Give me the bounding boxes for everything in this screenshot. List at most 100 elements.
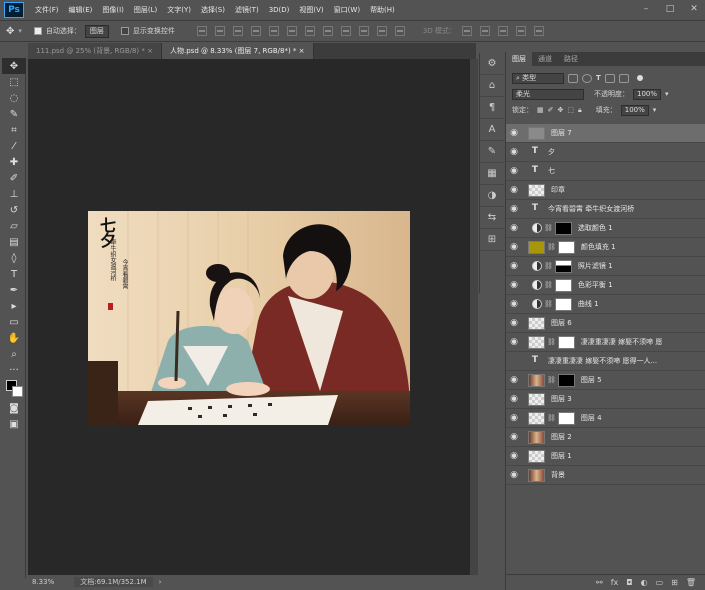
- visibility-eye-icon[interactable]: ◉: [506, 166, 522, 176]
- text-layer-icon[interactable]: T: [528, 146, 542, 159]
- visibility-eye-icon[interactable]: ◉: [506, 470, 522, 480]
- fill-chevron-icon[interactable]: ▾: [653, 106, 657, 114]
- layer-thumbnail[interactable]: [528, 240, 545, 254]
- visibility-eye-icon[interactable]: ◉: [506, 375, 522, 385]
- libraries-icon[interactable]: ⊞: [480, 229, 504, 251]
- layer-row[interactable]: ◉ ⛓ 曲线 1: [506, 295, 705, 314]
- maximize-icon[interactable]: □: [663, 2, 677, 16]
- align-right-icon[interactable]: [286, 26, 297, 36]
- layer-mask-thumbnail[interactable]: [554, 278, 572, 292]
- filter-adjustment-icon[interactable]: [582, 73, 592, 83]
- distribute-hcenter-icon[interactable]: [376, 26, 387, 36]
- lock-artboard-icon[interactable]: ⬚: [567, 106, 574, 114]
- quick-select-tool-icon[interactable]: ✎: [2, 106, 26, 122]
- delete-layer-icon[interactable]: 🗑︎: [686, 578, 696, 587]
- move-tool-icon[interactable]: ✥: [6, 26, 14, 37]
- visibility-eye-icon[interactable]: ◉: [506, 261, 522, 271]
- auto-select-checkbox[interactable]: [33, 27, 42, 35]
- text-layer-icon[interactable]: T: [528, 355, 542, 368]
- mask-link-icon[interactable]: ⛓: [547, 243, 556, 251]
- distribute-vcenter-icon[interactable]: [322, 26, 333, 36]
- layer-row[interactable]: ◉ ⛓ 颜色填充 1: [506, 238, 705, 257]
- layer-thumbnail[interactable]: [528, 468, 545, 482]
- tab-channels[interactable]: 通道: [532, 52, 558, 66]
- brush-tool-icon[interactable]: ✐: [2, 170, 26, 186]
- character-icon[interactable]: A: [480, 119, 504, 141]
- menu-filter[interactable]: 滤镜(T): [230, 5, 264, 15]
- color-swatches[interactable]: [2, 378, 26, 400]
- layer-thumbnail[interactable]: [528, 430, 545, 444]
- text-layer-icon[interactable]: T: [528, 165, 542, 178]
- adjustment-layer-icon[interactable]: [532, 299, 542, 309]
- visibility-eye-icon[interactable]: ◉: [506, 204, 522, 214]
- layer-mask-thumbnail[interactable]: [554, 259, 572, 273]
- tool-preset-chevron-icon[interactable]: ▾: [18, 27, 22, 35]
- visibility-eye-icon[interactable]: ◉: [506, 337, 522, 347]
- tab-person-psd[interactable]: 人物.psd @ 8.33% (图层 7, RGB/8*) * ×: [162, 43, 314, 59]
- visibility-eye-icon[interactable]: ◉: [506, 413, 522, 423]
- close-icon[interactable]: ×: [147, 47, 153, 55]
- layer-row[interactable]: T 凄凄重凄凄 嫁娶不须啼 愿得一人...: [506, 352, 705, 371]
- mask-link-icon[interactable]: ⛓: [544, 224, 553, 232]
- close-icon[interactable]: ✕: [687, 2, 701, 16]
- visibility-eye-icon[interactable]: ◉: [506, 432, 522, 442]
- mask-link-icon[interactable]: ⛓: [544, 281, 553, 289]
- more-tools-icon[interactable]: ···: [2, 362, 26, 378]
- mask-link-icon[interactable]: ⛓: [547, 338, 556, 346]
- history-brush-tool-icon[interactable]: ↺: [2, 202, 26, 218]
- layer-style-icon[interactable]: fx: [611, 578, 619, 587]
- layer-row[interactable]: ◉ T 七: [506, 162, 705, 181]
- mask-link-icon[interactable]: ⛓: [547, 414, 556, 422]
- gradient-tool-icon[interactable]: ▤: [2, 234, 26, 250]
- visibility-eye-icon[interactable]: ◉: [506, 128, 522, 138]
- layer-mask-thumbnail[interactable]: [554, 221, 572, 235]
- healing-brush-tool-icon[interactable]: ✚: [2, 154, 26, 170]
- layer-row[interactable]: ◉ 图层 6: [506, 314, 705, 333]
- hand-tool-icon[interactable]: ✋: [2, 330, 26, 346]
- layer-row[interactable]: ◉ 背景: [506, 466, 705, 485]
- menu-help[interactable]: 帮助(H): [365, 5, 400, 15]
- quick-mask-icon[interactable]: ◙: [2, 400, 26, 416]
- pen-tool-icon[interactable]: ✒: [2, 282, 26, 298]
- visibility-eye-icon[interactable]: ◉: [506, 280, 522, 290]
- filter-toggle-icon[interactable]: [636, 75, 643, 81]
- document-size[interactable]: 文档:69.1M/352.1M: [74, 577, 153, 587]
- layer-thumbnail[interactable]: [528, 335, 545, 349]
- visibility-eye-icon[interactable]: ◉: [506, 318, 522, 328]
- properties-icon[interactable]: ⚙: [480, 53, 504, 75]
- menu-view[interactable]: 视图(V): [294, 5, 328, 15]
- lock-position-icon[interactable]: ✥: [558, 106, 564, 114]
- auto-select-dropdown[interactable]: 图层: [84, 24, 109, 38]
- link-layers-icon[interactable]: ⚯: [596, 578, 603, 587]
- mask-link-icon[interactable]: ⛓: [544, 262, 553, 270]
- canvas-scrollbar[interactable]: [470, 59, 478, 575]
- zoom-tool-icon[interactable]: ⌕: [2, 346, 26, 362]
- opacity-input[interactable]: 100%: [633, 88, 662, 100]
- 3d-rotate-icon[interactable]: [461, 26, 472, 36]
- marquee-tool-icon[interactable]: ⬚: [2, 74, 26, 90]
- visibility-eye-icon[interactable]: ◉: [506, 394, 522, 404]
- canvas-area[interactable]: 七夕 牵牛织女渡河桥 今宵看碧霄: [28, 59, 470, 575]
- shape-tool-icon[interactable]: ▭: [2, 314, 26, 330]
- layer-row[interactable]: ◉ T 夕: [506, 143, 705, 162]
- menu-image[interactable]: 图像(I): [97, 5, 129, 15]
- filter-pixel-icon[interactable]: [568, 73, 578, 83]
- lock-all-icon[interactable]: 🔒︎: [578, 106, 582, 115]
- new-adjustment-icon[interactable]: ◐: [641, 578, 648, 587]
- menu-3d[interactable]: 3D(D): [264, 6, 295, 14]
- filter-shape-icon[interactable]: [604, 73, 615, 83]
- path-select-tool-icon[interactable]: ▸: [2, 298, 26, 314]
- zoom-level[interactable]: 8.33%: [32, 578, 54, 586]
- close-icon[interactable]: ×: [299, 47, 305, 55]
- adjustment-layer-icon[interactable]: [532, 223, 542, 233]
- show-transform-checkbox[interactable]: [120, 27, 129, 35]
- tab-111-psd[interactable]: 111.psd @ 25% (背景, RGB/8) * ×: [28, 43, 163, 59]
- 3d-scale-icon[interactable]: [533, 26, 544, 36]
- align-left-icon[interactable]: [250, 26, 261, 36]
- minimize-icon[interactable]: –: [639, 2, 653, 16]
- menu-window[interactable]: 窗口(W): [329, 5, 365, 15]
- clone-stamp-tool-icon[interactable]: ⊥: [2, 186, 26, 202]
- eraser-tool-icon[interactable]: ▱: [2, 218, 26, 234]
- layer-row[interactable]: ◉ 图层 3: [506, 390, 705, 409]
- layer-mask-thumbnail[interactable]: [557, 411, 575, 425]
